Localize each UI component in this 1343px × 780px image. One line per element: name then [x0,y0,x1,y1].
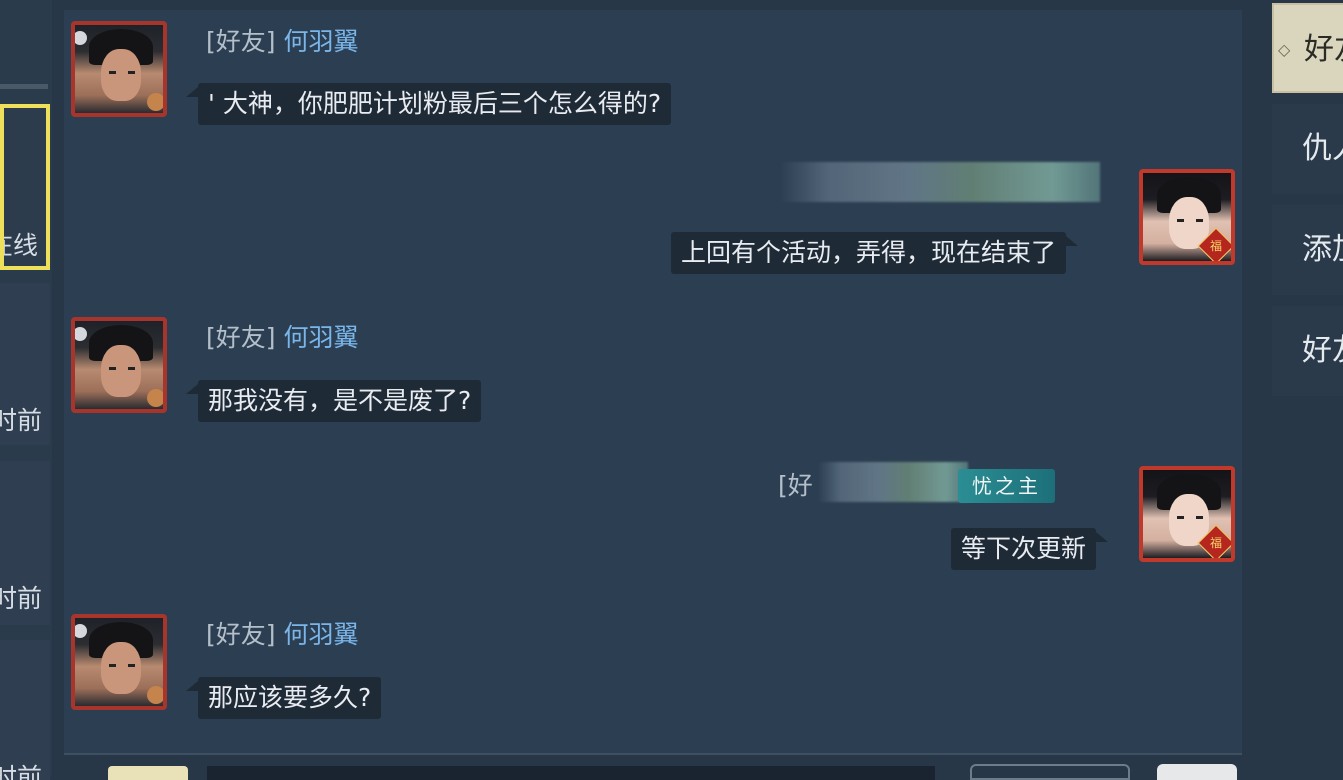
chat-bubble: ' 大神，你肥肥计划粉最后三个怎么得的? [185,83,672,125]
friend-tag: [好友] [206,27,276,56]
blurred-name [818,462,968,502]
send-button[interactable] [1157,764,1237,780]
tab-label: 添加 [1302,232,1343,267]
friend-avatar[interactable] [71,317,167,413]
sender-name[interactable]: 何羽翼 [283,620,358,649]
tab-friends[interactable]: 好友 [1272,3,1343,93]
tab-add[interactable]: 添加 [1272,205,1343,295]
option-button[interactable] [970,764,1130,780]
sender-name[interactable]: 何羽翼 [283,323,358,352]
title-badge: 忧之主 [958,469,1055,503]
contact-last-seen: 时前 [0,406,42,435]
friend-avatar[interactable] [71,21,167,117]
chat-input[interactable] [207,766,935,780]
friend-tag: [好友] [206,620,276,649]
tab-label: 好友 [1302,333,1343,368]
chat-bubble: 那应该要多久? [185,677,382,719]
tab-enemies[interactable]: 仇人 [1272,104,1343,194]
contact-card[interactable]: 时前 [0,640,50,780]
contact-card[interactable]: 时前 [0,461,50,625]
chat-bubble: 上回有个活动，弄得，现在结束了 [671,232,1079,274]
fu-badge: 福 [1209,239,1222,253]
friend-tag: [好友] [206,323,276,352]
contact-status: 在线 [4,231,38,260]
friend-avatar[interactable] [71,614,167,710]
fu-badge: 福 [1209,536,1222,550]
tab-friends-2[interactable]: 好友 [1272,306,1343,396]
sender-name-line: [好友] 何羽翼 [206,318,358,354]
chat-divider [64,753,1242,755]
contact-card-selected[interactable]: 在线 [0,104,50,270]
blurred-name [780,162,1100,202]
sender-name-line: [好友] 何羽翼 [206,22,358,58]
contact-list-divider [0,84,48,89]
self-avatar[interactable]: 福 [1139,169,1235,265]
tab-label: 好友 [1304,32,1343,67]
contact-last-seen: 时前 [0,584,42,613]
sender-name[interactable]: 何羽翼 [283,27,358,56]
contact-card[interactable]: 时前 [0,283,50,445]
chat-bubble: 等下次更新 [951,528,1109,570]
sender-name-line: [好友] 何羽翼 [206,615,358,651]
friend-tag: [好 [778,471,813,500]
chat-bubble: 那我没有，是不是废了? [185,380,482,422]
self-avatar[interactable]: 福 [1139,466,1235,562]
emoji-button[interactable] [108,766,188,780]
tab-label: 仇人 [1302,131,1343,166]
